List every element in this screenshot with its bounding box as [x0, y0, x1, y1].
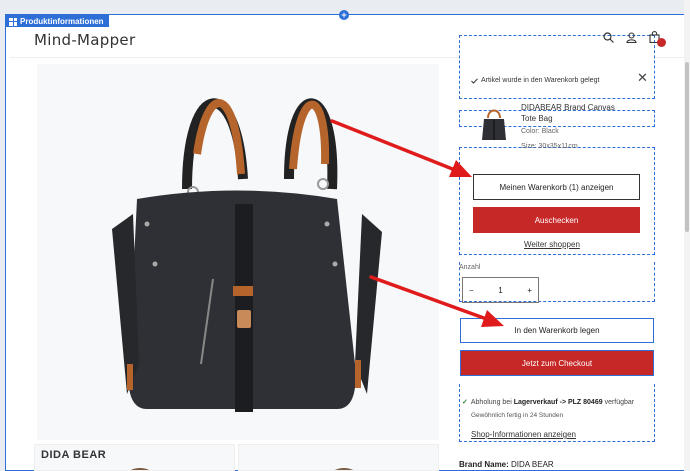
- pickup-location: Lagerverkauf -> PLZ 80469: [513, 399, 603, 406]
- header-icons: [603, 31, 666, 47]
- increase-quantity-button[interactable]: +: [527, 286, 532, 295]
- brand-label: Brand Name:: [459, 460, 509, 469]
- thumbnail[interactable]: [238, 444, 439, 471]
- popup-product-name: DIDABEAR Brand Canvas Tote Bag: [521, 103, 615, 123]
- pickup-prefix: Abholung bei: [470, 399, 512, 406]
- quantity-label: Anzahl: [459, 264, 481, 271]
- close-icon[interactable]: ✕: [637, 70, 648, 86]
- account-icon[interactable]: [626, 31, 637, 43]
- brand-value: DIDA BEAR: [511, 460, 554, 469]
- quantity-value[interactable]: 1: [498, 286, 502, 295]
- popup-product-color: Color: Black: [521, 128, 559, 135]
- thumbnail[interactable]: DIDA BEAR: [34, 444, 235, 471]
- popup-message: Artikel wurde in den Warenkorb gelegt: [471, 77, 599, 84]
- grid-icon: [9, 17, 17, 26]
- store-logo[interactable]: Mind-Mapper: [34, 31, 135, 49]
- view-cart-button[interactable]: Meinen Warenkorb (1) anzeigen: [473, 174, 640, 200]
- search-icon[interactable]: [603, 31, 614, 43]
- quantity-stepper[interactable]: − 1 +: [462, 277, 539, 303]
- popup-actions-outline: [459, 147, 655, 255]
- pickup-ready-time: Gewöhnlich fertig in 24 Stunden: [471, 412, 564, 419]
- add-section-button[interactable]: +: [339, 10, 349, 20]
- brand-name: Brand Name: DIDA BEAR: [459, 460, 554, 469]
- section-tag-label: Produktinformationen: [20, 17, 104, 26]
- continue-shopping-link[interactable]: Weiter shoppen: [524, 240, 580, 249]
- popup-product-image: [479, 106, 509, 142]
- buy-now-button[interactable]: Jetzt zum Checkout: [460, 350, 654, 376]
- popup-product-size: Size: 30x35x11cm: [521, 143, 578, 150]
- product-main-image[interactable]: [37, 64, 439, 440]
- decrease-quantity-button[interactable]: −: [469, 286, 474, 295]
- cart-icon[interactable]: [649, 31, 666, 47]
- popup-header-outline: [459, 35, 655, 99]
- section-tag[interactable]: Produktinformationen: [5, 14, 109, 27]
- scrollbar-thumb[interactable]: [685, 62, 689, 232]
- checkout-button[interactable]: Auschecken: [473, 207, 640, 233]
- pickup-availability: ✓ Abholung bei Lagerverkauf -> PLZ 80469 …: [462, 398, 652, 408]
- pickup-suffix: verfügbar: [604, 399, 635, 406]
- add-to-cart-button[interactable]: In den Warenkorb legen: [460, 318, 654, 343]
- popup-message-text: Artikel wurde in den Warenkorb gelegt: [481, 77, 600, 84]
- cart-count-badge: [657, 38, 666, 47]
- check-icon: ✓: [462, 399, 468, 406]
- thumbnail-row: DIDA BEAR: [34, 444, 439, 471]
- check-icon: [471, 77, 478, 84]
- thumbnail-brand-label: DIDA BEAR: [41, 449, 107, 461]
- shop-info-link[interactable]: Shop-Informationen anzeigen: [471, 430, 576, 439]
